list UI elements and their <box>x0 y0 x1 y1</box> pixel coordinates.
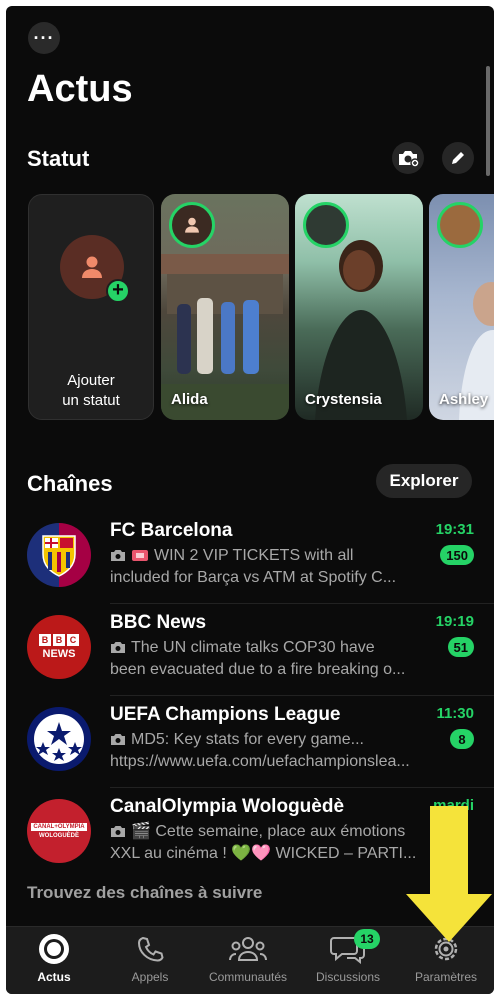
channel-preview: The UN climate talks COP30 have been eva… <box>110 639 406 678</box>
camera-icon <box>111 550 125 561</box>
tab-discussions[interactable]: 13 Discussions <box>300 929 396 984</box>
tab-communautes[interactable]: Communautés <box>200 933 296 984</box>
status-avatar <box>169 202 215 248</box>
channel-avatar: B B C NEWS <box>27 615 91 679</box>
tab-label: Appels <box>131 970 169 984</box>
tab-label: Communautés <box>208 970 288 984</box>
phone-icon <box>137 936 164 962</box>
status-name: Crystensia <box>305 391 382 408</box>
camera-status-button[interactable] <box>392 142 424 174</box>
channel-preview: MD5: Key stats for every game... https:/… <box>110 731 410 770</box>
status-card-alida[interactable]: Alida <box>161 194 289 420</box>
communities-icon <box>229 937 267 961</box>
fcb-crest-icon <box>42 535 76 577</box>
tab-appels[interactable]: Appels <box>102 933 198 984</box>
explore-button[interactable]: Explorer <box>376 464 472 498</box>
updates-icon <box>39 934 69 964</box>
camera-icon <box>111 826 125 837</box>
channel-avatar <box>27 523 91 587</box>
channel-avatar <box>27 707 91 771</box>
status-name: Alida <box>171 391 208 408</box>
channel-name: UEFA Champions League <box>110 704 341 725</box>
champions-league-ball-icon <box>34 714 84 764</box>
page-title: Actus <box>27 68 133 110</box>
bbc-news-logo-text: NEWS <box>42 648 76 660</box>
add-status-label: Ajouter un statut <box>62 372 120 409</box>
ticket-icon <box>132 550 148 561</box>
channel-preview: 🎬 Cette semaine, place aux émotions XXL … <box>110 823 417 862</box>
more-options-button[interactable]: ··· <box>28 22 60 54</box>
tab-actus[interactable]: Actus <box>6 933 102 984</box>
find-channels-label[interactable]: Trouvez des chaînes à suivre <box>27 883 262 903</box>
discussions-unread-badge: 13 <box>354 929 380 949</box>
scroll-indicator[interactable] <box>486 66 490 176</box>
channel-avatar: CANAL+OLYMPIA WOLOGUÈDÈ <box>27 799 91 863</box>
annotation-arrow-icon <box>406 806 492 942</box>
pencil-icon <box>452 152 464 164</box>
person-icon <box>185 217 199 233</box>
unread-badge: 51 <box>447 637 474 657</box>
unread-badge: 150 <box>440 545 474 565</box>
channels-section-title: Chaînes <box>27 471 113 496</box>
channel-time: 11:30 <box>436 705 474 722</box>
status-avatar <box>437 202 483 248</box>
tab-label: Actus <box>37 970 71 984</box>
channel-name: BBC News <box>110 612 207 633</box>
unread-badge: 8 <box>450 729 474 749</box>
bbc-logo: B B C <box>39 634 79 646</box>
camera-icon <box>111 734 125 745</box>
tab-label: Discussions <box>315 970 381 984</box>
edit-status-button[interactable] <box>442 142 474 174</box>
camera-add-icon <box>399 151 419 167</box>
add-status-card[interactable]: + Ajouter un statut <box>28 194 154 420</box>
status-card-crystensia[interactable]: Crystensia <box>295 194 423 420</box>
channel-time: 19:19 <box>435 613 474 630</box>
channel-row-uefa[interactable]: UEFA Champions League 11:30 8 MD5: Key s… <box>6 696 494 788</box>
channel-preview: WIN 2 VIP TICKETS with all included for … <box>110 547 397 586</box>
channel-row-bbc-news[interactable]: B B C NEWS BBC News 19:19 51 The UN clim… <box>6 604 494 696</box>
add-status-plus-icon: + <box>106 279 130 303</box>
channel-name: FC Barcelona <box>110 520 233 541</box>
ellipsis-icon: ··· <box>33 28 55 48</box>
canalolympia-logo-text: CANAL+OLYMPIA <box>31 823 87 831</box>
status-card-ashley[interactable]: Ashley <box>429 194 494 420</box>
channel-row-fc-barcelona[interactable]: FC Barcelona 19:31 150 WIN 2 VIP TICKETS… <box>6 512 494 604</box>
person-icon <box>82 256 102 278</box>
status-avatar <box>303 202 349 248</box>
status-section-title: Statut <box>27 146 90 171</box>
channel-time: 19:31 <box>435 521 474 538</box>
canalolympia-logo-subtext: WOLOGUÈDÈ <box>39 833 79 839</box>
channel-name: CanalOlympia Wologuèdè <box>110 796 345 817</box>
tab-label: Paramètres <box>414 970 478 984</box>
camera-icon <box>111 642 125 653</box>
status-name: Ashley <box>439 391 489 408</box>
